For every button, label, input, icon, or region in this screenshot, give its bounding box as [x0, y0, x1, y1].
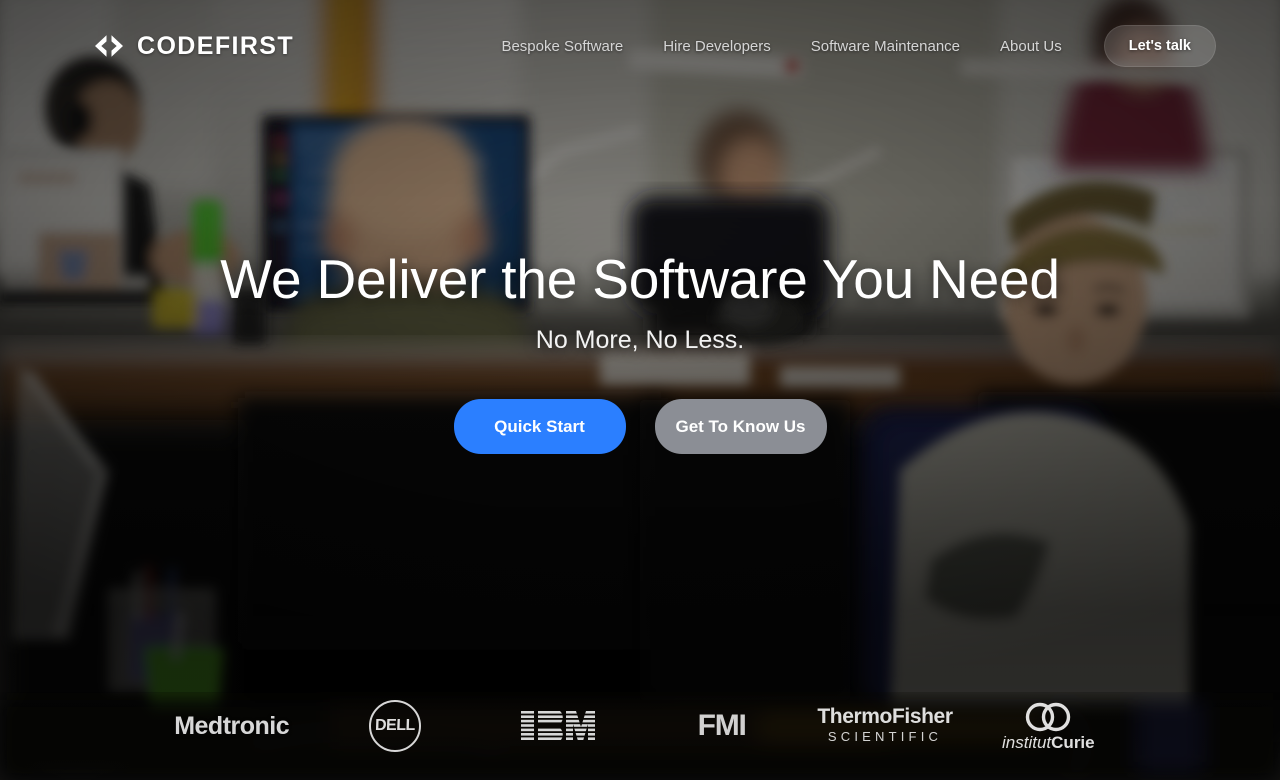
hero-subtitle: No More, No Less. — [535, 326, 745, 355]
client-logo-dell: DELL — [313, 700, 476, 752]
dell-circle-icon: DELL — [369, 700, 421, 752]
medtronic-wordmark: Medtronic — [174, 711, 290, 740]
ibm-striped-logo-icon — [521, 711, 596, 741]
hero-title: We Deliver the Software You Need — [220, 248, 1060, 310]
curie-wordmark: institutCurie — [1002, 734, 1095, 751]
hero-section: We Deliver the Software You Need No More… — [0, 248, 1280, 454]
code-brackets-icon — [95, 35, 123, 57]
hero-cta-group: Quick Start Get To Know Us — [453, 398, 827, 454]
main-navigation: Bespoke Software Hire Developers Softwar… — [481, 25, 1216, 67]
thermofisher-name: ThermoFisher — [817, 705, 953, 729]
nav-item-hire-developers[interactable]: Hire Developers — [643, 39, 791, 54]
curie-word-curie: Curie — [1051, 732, 1095, 752]
client-logo-thermofisher: ThermoFisher SCIENTIFIC — [803, 705, 966, 746]
client-logo-ibm — [477, 711, 640, 741]
brand-logo[interactable]: CODEFIRST — [92, 31, 295, 60]
curie-word-institut: institut — [1002, 732, 1052, 752]
thermofisher-wordmark: ThermoFisher SCIENTIFIC — [817, 705, 953, 746]
fmi-wordmark: FMI — [697, 709, 747, 742]
nav-item-bespoke-software[interactable]: Bespoke Software — [481, 39, 643, 54]
quick-start-button[interactable]: Quick Start — [453, 398, 626, 454]
site-header: CODEFIRST Bespoke Software Hire Develope… — [0, 0, 1280, 92]
brand-name: CODEFIRST — [137, 31, 295, 60]
client-logo-institut-curie: institutCurie — [967, 702, 1130, 751]
nav-item-software-maintenance[interactable]: Software Maintenance — [791, 39, 980, 54]
client-logo-strip: Medtronic DELL FMI ThermoFisher SCIENTIF… — [0, 700, 1280, 752]
landing-page-hero: CODEFIRST Bespoke Software Hire Develope… — [0, 0, 1280, 780]
dell-wordmark: DELL — [374, 717, 416, 734]
institut-curie-logo: institutCurie — [1002, 702, 1095, 751]
get-to-know-us-button[interactable]: Get To Know Us — [654, 398, 827, 454]
thermofisher-tagline: SCIENTIFIC — [827, 729, 943, 745]
curie-rings-icon — [1026, 702, 1071, 731]
nav-item-about-us[interactable]: About Us — [980, 39, 1082, 54]
client-logo-fmi: FMI — [640, 711, 803, 741]
lets-talk-button[interactable]: Let's talk — [1103, 25, 1216, 67]
client-logo-medtronic: Medtronic — [150, 711, 313, 740]
